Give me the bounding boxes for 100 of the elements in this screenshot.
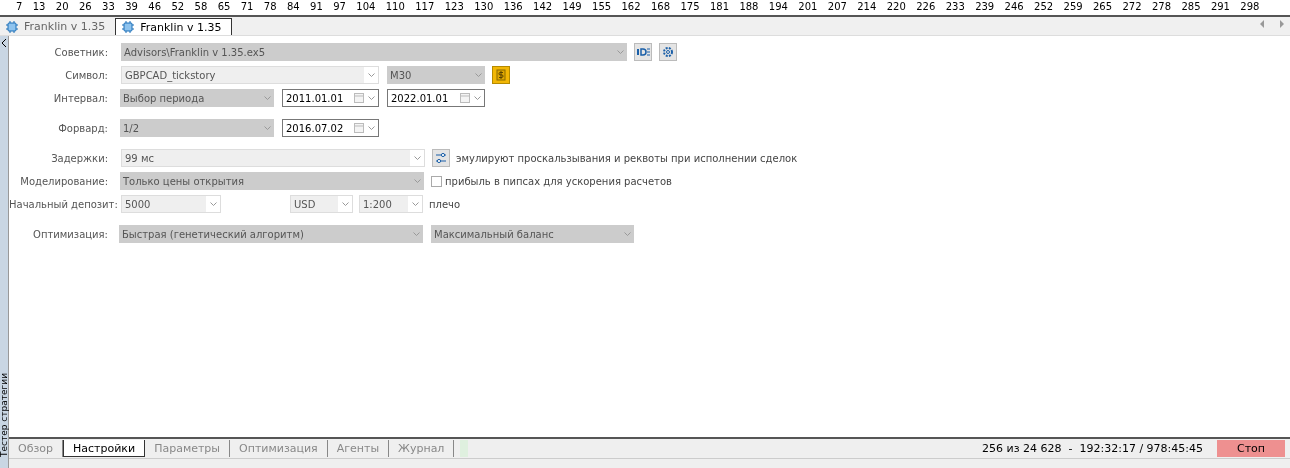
ruler-tick: 33 [102, 0, 115, 14]
ruler-tick: 123 [444, 0, 464, 14]
caret-icon [263, 126, 271, 130]
caret-icon [623, 232, 631, 236]
sliders-button[interactable] [432, 149, 450, 167]
dollar-icon [496, 69, 506, 81]
dropdown[interactable]: GBPCAD_tickstory [121, 66, 379, 84]
chip-icon [122, 21, 135, 33]
ruler-tick: 259 [1063, 0, 1083, 14]
ruler-tick: 97 [333, 0, 346, 14]
checkbox[interactable] [431, 175, 442, 187]
dropdown[interactable]: 1:200 [359, 195, 423, 213]
ruler-tick: 272 [1122, 0, 1142, 14]
sliders-icon [435, 152, 447, 164]
ruler-tick: 252 [1034, 0, 1054, 14]
ruler-tick: 214 [857, 0, 877, 14]
calendar-icon [460, 93, 470, 103]
ide-button[interactable] [634, 43, 652, 61]
ruler-tick: 155 [592, 0, 612, 14]
caret-icon [367, 96, 375, 100]
ruler-tick: 162 [621, 0, 641, 14]
tab[interactable]: Агенты [327, 440, 390, 457]
ruler-tick: 117 [415, 0, 435, 14]
field-label: Оптимизация: [32, 228, 109, 240]
ruler-tick: 39 [125, 0, 138, 14]
scroll-left-icon[interactable] [1260, 20, 1265, 28]
ruler-tick: 168 [650, 0, 671, 14]
ruler-tick: 233 [945, 0, 965, 14]
field-label: Символ: [64, 69, 109, 81]
ruler-tick: 71 [240, 0, 254, 14]
ruler-tick: 20 [55, 0, 69, 14]
ide-icon [636, 48, 650, 56]
ruler-tick: 78 [263, 0, 277, 14]
tab[interactable]: Параметры [145, 440, 231, 457]
ruler-tick: 142 [533, 0, 553, 14]
field-label: Моделирование: [19, 175, 109, 187]
calendar-icon [354, 93, 364, 103]
ruler-tick: 226 [916, 0, 936, 14]
ruler-tick: 175 [680, 0, 700, 14]
status-indicator [460, 440, 469, 457]
progress-text: 256 из 24 628 - 192:32:17 / 978:45:45 [982, 442, 1203, 455]
ruler-tick: 149 [562, 0, 582, 14]
dollar-button[interactable] [492, 66, 510, 84]
caret-icon [367, 73, 375, 77]
ruler-tick: 26 [78, 0, 92, 14]
ruler-tick: 207 [827, 0, 847, 14]
ruler-tick: 265 [1093, 0, 1113, 14]
ruler-tick: 194 [768, 0, 788, 14]
ruler-tick: 84 [286, 0, 300, 14]
field-label: Форвард: [57, 122, 109, 134]
ruler-tick: 110 [385, 0, 405, 14]
field-note: плечо [429, 198, 461, 210]
collapse-icon[interactable] [1, 39, 7, 47]
ruler-tick: 298 [1240, 0, 1260, 14]
chip-icon [6, 20, 18, 33]
ruler-tick: 291 [1210, 0, 1230, 14]
ruler-tick: 104 [356, 0, 376, 14]
date-field[interactable]: 2016.07.02 [282, 119, 379, 137]
chart-tab[interactable]: Franklin v 1.35 [0, 18, 116, 35]
tab[interactable]: Журнал [389, 440, 455, 457]
ruler-tick: 65 [217, 0, 231, 14]
ruler-tick: 130 [474, 0, 494, 14]
caret-icon [413, 179, 421, 183]
ruler-tick: 13 [32, 0, 46, 14]
tab[interactable]: Настройки [63, 440, 146, 457]
ruler-tick: 246 [1004, 0, 1024, 14]
chart-tab[interactable]: Franklin v 1.35 [115, 18, 233, 35]
caret-icon [341, 202, 349, 206]
ruler-tick: 201 [798, 0, 818, 14]
dropdown[interactable]: USD [290, 195, 353, 213]
ruler-tick: 136 [503, 0, 523, 14]
field-label: Интервал: [52, 92, 109, 104]
ruler-tick: 188 [739, 0, 759, 14]
caret-icon [209, 202, 217, 206]
dropdown[interactable]: 99 мс [121, 149, 425, 167]
calendar-icon [354, 123, 364, 133]
caret-icon [412, 232, 420, 236]
date-field[interactable]: 2022.01.01 [387, 89, 485, 107]
ruler-tick: 52 [171, 0, 185, 14]
date-field[interactable]: 2011.01.01 [282, 89, 379, 107]
caret-icon [474, 73, 482, 77]
settings-button[interactable] [659, 43, 677, 61]
caret-icon [473, 96, 481, 100]
caret-icon [263, 96, 271, 100]
tab[interactable]: Оптимизация [230, 440, 328, 457]
ruler-tick: 285 [1181, 0, 1201, 14]
caret-icon [413, 156, 421, 160]
checkbox-label: прибыль в пипсах для ускорения расчетов [445, 175, 672, 187]
stop-button[interactable]: Стоп [1217, 440, 1285, 457]
scroll-right-icon[interactable] [1279, 20, 1284, 28]
ruler-tick: 46 [148, 0, 162, 14]
field-label: Советник: [53, 46, 109, 58]
caret-icon [367, 126, 375, 130]
dropdown[interactable]: 5000 [121, 195, 221, 213]
ruler-tick: 58 [194, 0, 208, 14]
ruler-tick: 278 [1151, 0, 1172, 14]
ruler-tick: 181 [709, 0, 729, 14]
ruler-tick: 220 [886, 0, 906, 14]
caret-icon [616, 50, 624, 54]
ruler-tick: 7 [16, 0, 23, 14]
